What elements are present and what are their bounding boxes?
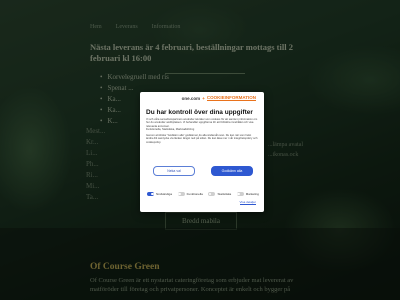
toggle-functional[interactable]: Funktionella: [177, 192, 203, 196]
accept-all-button[interactable]: Godkänn alla: [211, 166, 253, 176]
toggle-switch[interactable]: [147, 192, 154, 196]
toggle-label: Statistiska: [217, 192, 232, 196]
cookie-consent-dialog: one.com + COOKIEINFORMATION Du har kontr…: [140, 92, 264, 212]
logo-plus: +: [202, 95, 205, 101]
dialog-title: Du har kontroll över dina uppgifter: [146, 109, 253, 116]
toggle-switch[interactable]: [236, 192, 244, 196]
toggle-label: Marketing: [245, 192, 259, 196]
toggle-label: Funktionella: [186, 192, 203, 196]
toggle-marketing[interactable]: Marketing: [236, 192, 259, 196]
toggle-switch[interactable]: [208, 192, 216, 196]
logo-cookieinformation: COOKIEINFORMATION: [206, 95, 256, 101]
provider-logo: one.com + COOKIEINFORMATION: [182, 95, 256, 101]
deny-button[interactable]: Neka val: [153, 166, 195, 176]
show-details-link[interactable]: Visa detaljer: [239, 200, 256, 205]
dialog-description: Vi och våra samarbetspartners använder t…: [146, 118, 258, 128]
logo-onecom: one.com: [181, 95, 201, 101]
toggle-label: Nödvändiga: [156, 192, 173, 196]
consent-toggles: Nödvändiga Funktionella Statistiska Mark…: [147, 192, 259, 196]
purpose-list: Funktionella, Statistiska, Marknadsförin…: [146, 128, 195, 131]
toggle-switch[interactable]: [177, 192, 185, 196]
toggle-necessary[interactable]: Nödvändiga: [147, 192, 172, 196]
toggle-statistics[interactable]: Statistiska: [208, 192, 231, 196]
consent-explanation: Genom att klicka "Godkänn alla" godkänne…: [146, 134, 258, 144]
